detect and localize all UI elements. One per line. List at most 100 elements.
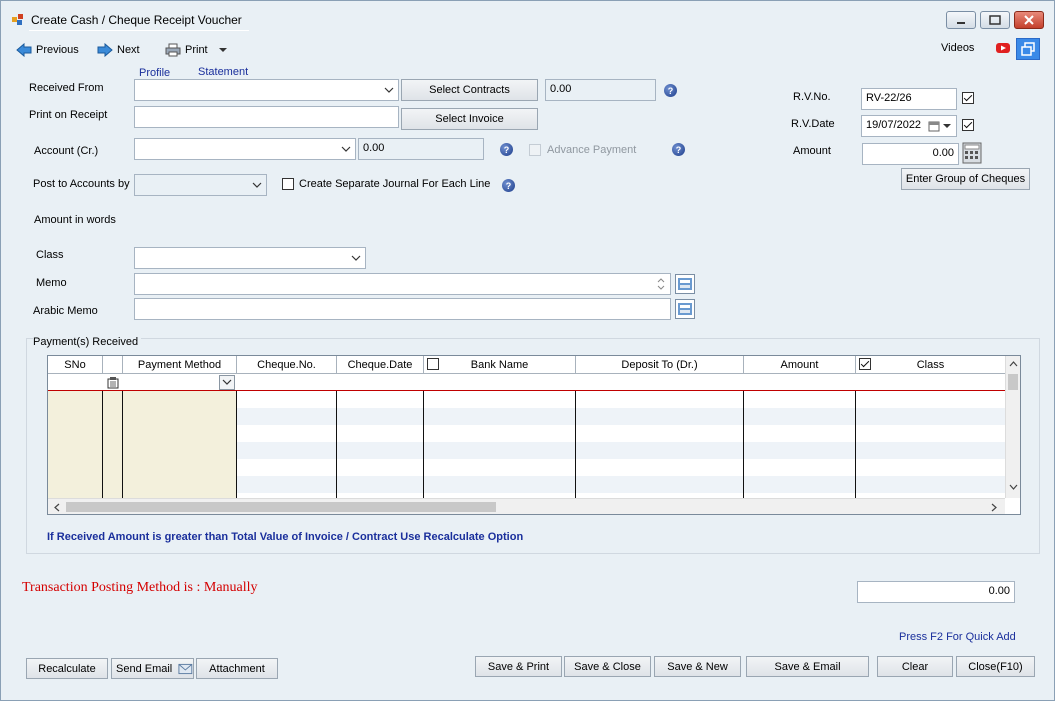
rv-date-label: R.V.Date xyxy=(791,118,835,130)
rv-no-input[interactable]: RV-22/26 xyxy=(861,88,957,110)
vertical-scrollbar[interactable] xyxy=(1005,356,1020,498)
close-window-button[interactable] xyxy=(1014,11,1044,29)
calculator-icon[interactable] xyxy=(962,142,982,164)
column-header-blank xyxy=(103,356,123,374)
class-header-label: Class xyxy=(916,358,945,371)
column-header-deposit-to[interactable]: Deposit To (Dr.) xyxy=(576,356,744,374)
advance-payment-checkbox[interactable] xyxy=(529,144,541,156)
receipt-voucher-window: Create Cash / Cheque Receipt Voucher Pre… xyxy=(0,0,1055,701)
class-header-checkbox[interactable] xyxy=(859,358,871,370)
vertical-scroll-thumb[interactable] xyxy=(1008,374,1018,390)
send-email-button[interactable]: Send Email xyxy=(111,658,194,679)
rv-date-picker[interactable]: 19/07/2022 xyxy=(861,115,957,137)
scroll-right-icon[interactable] xyxy=(991,503,998,512)
post-to-accounts-dropdown[interactable] xyxy=(134,174,267,196)
chevron-down-icon xyxy=(252,182,262,188)
column-header-amount[interactable]: Amount xyxy=(744,356,856,374)
title-underline xyxy=(29,30,249,31)
close-button[interactable]: Close(F10) xyxy=(956,656,1035,677)
advance-payment-label: Advance Payment xyxy=(547,144,637,156)
received-from-label: Received From xyxy=(29,82,104,94)
select-contracts-button[interactable]: Select Contracts xyxy=(401,79,538,101)
maximize-button[interactable] xyxy=(980,11,1010,29)
column-header-payment-method[interactable]: Payment Method xyxy=(123,356,237,374)
save-close-button[interactable]: Save & Close xyxy=(564,656,651,677)
grid-row-band xyxy=(236,442,1005,459)
window-title: Create Cash / Cheque Receipt Voucher xyxy=(31,13,242,27)
videos-label: Videos xyxy=(941,42,975,54)
previous-button[interactable]: Previous xyxy=(16,41,79,59)
app-icon xyxy=(12,14,23,25)
grid-column-divider xyxy=(743,391,744,498)
column-header-bank-name[interactable]: Bank Name xyxy=(424,356,576,374)
save-new-button[interactable]: Save & New xyxy=(654,656,741,677)
horizontal-scrollbar[interactable] xyxy=(48,498,1005,514)
arabic-memo-label: Arabic Memo xyxy=(33,305,98,317)
amount-input[interactable]: 0.00 xyxy=(862,143,959,165)
attachment-button[interactable]: Attachment xyxy=(196,658,278,679)
payment-method-dropdown-button[interactable] xyxy=(219,375,235,390)
separate-journal-label: Create Separate Journal For Each Line xyxy=(299,178,491,190)
horizontal-scroll-thumb[interactable] xyxy=(66,502,496,512)
bank-name-header-checkbox[interactable] xyxy=(427,358,439,370)
scroll-up-icon[interactable] xyxy=(1009,360,1018,367)
save-print-button[interactable]: Save & Print xyxy=(475,656,562,677)
scroll-left-icon[interactable] xyxy=(53,503,60,512)
help-icon[interactable]: ? xyxy=(500,143,513,156)
arrow-left-icon xyxy=(16,43,32,57)
memo-input[interactable] xyxy=(134,273,671,295)
help-icon[interactable]: ? xyxy=(672,143,685,156)
received-from-dropdown[interactable] xyxy=(134,79,399,101)
account-dropdown[interactable] xyxy=(134,138,356,160)
column-header-cheque-date[interactable]: Cheque.Date xyxy=(337,356,424,374)
profile-link[interactable]: Profile xyxy=(139,67,170,79)
memo-keyboard-button[interactable] xyxy=(675,274,695,294)
column-header-sno[interactable]: SNo xyxy=(48,356,103,374)
arabic-memo-keyboard-button[interactable] xyxy=(675,299,695,319)
edit-row-icon xyxy=(107,377,119,389)
chevron-down-icon xyxy=(341,146,351,152)
chevron-down-icon xyxy=(351,255,361,261)
account-label: Account (Cr.) xyxy=(34,145,99,157)
column-header-cheque-no[interactable]: Cheque.No. xyxy=(237,356,337,374)
separate-journal-checkbox[interactable] xyxy=(282,178,294,190)
chevron-down-icon xyxy=(222,379,232,385)
rv-date-value: 19/07/2022 xyxy=(866,119,922,131)
print-button[interactable]: Print xyxy=(165,41,228,59)
help-icon[interactable]: ? xyxy=(664,84,677,97)
next-label: Next xyxy=(117,44,140,56)
payments-grid[interactable]: SNo Payment Method Cheque.No. Cheque.Dat… xyxy=(47,355,1021,515)
class-label: Class xyxy=(36,249,64,261)
total-amount-field: 0.00 xyxy=(857,581,1015,603)
enter-group-cheques-button[interactable]: Enter Group of Cheques xyxy=(901,168,1030,190)
grid-column-divider xyxy=(423,391,424,498)
rv-no-value: RV-22/26 xyxy=(866,92,912,104)
account-amount-field: 0.00 xyxy=(358,138,484,160)
help-icon[interactable]: ? xyxy=(502,179,515,192)
rv-no-checkbox[interactable] xyxy=(962,92,974,104)
arabic-memo-input[interactable] xyxy=(134,298,671,320)
class-dropdown[interactable] xyxy=(134,247,366,269)
recalculate-button[interactable]: Recalculate xyxy=(26,658,108,679)
grid-column-divider xyxy=(122,391,123,498)
spin-arrows-icon[interactable] xyxy=(656,276,666,292)
youtube-icon[interactable] xyxy=(996,42,1012,54)
next-button[interactable]: Next xyxy=(97,41,140,59)
statement-link[interactable]: Statement xyxy=(198,66,248,78)
grid-column-divider xyxy=(336,391,337,498)
grid-row-band xyxy=(236,476,1005,493)
column-header-class[interactable]: Class xyxy=(856,356,1006,374)
rv-date-checkbox[interactable] xyxy=(962,119,974,131)
print-label: Print xyxy=(185,44,208,56)
minimize-button[interactable] xyxy=(946,11,976,29)
save-email-button[interactable]: Save & Email xyxy=(746,656,869,677)
clear-button[interactable]: Clear xyxy=(877,656,953,677)
printer-icon xyxy=(165,43,181,57)
scroll-down-icon[interactable] xyxy=(1009,484,1018,491)
caret-down-icon xyxy=(218,48,227,52)
print-on-receipt-input[interactable] xyxy=(134,106,399,128)
select-invoice-button[interactable]: Select Invoice xyxy=(401,108,538,130)
post-to-accounts-label: Post to Accounts by xyxy=(33,178,130,190)
grid-active-row[interactable] xyxy=(48,374,1005,391)
restore-panel-button[interactable] xyxy=(1016,38,1040,60)
